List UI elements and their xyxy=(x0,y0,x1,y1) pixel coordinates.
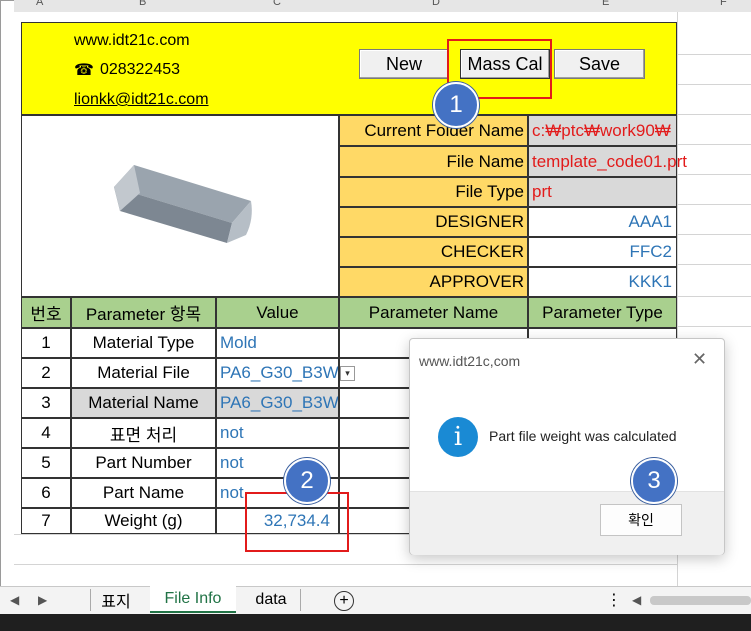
hscroll-left-icon[interactable]: ◀ xyxy=(632,593,641,607)
sheet-tab-fileinfo[interactable]: File Info xyxy=(150,586,236,613)
add-sheet-icon[interactable]: + xyxy=(334,591,354,611)
dialog-message: Part file weight was calculated xyxy=(489,428,677,444)
row-number: 2 xyxy=(21,358,71,388)
step-marker-1: 1 xyxy=(433,82,479,128)
row-number: 4 xyxy=(21,418,71,448)
row-value[interactable]: not xyxy=(216,418,339,448)
table-header-item: Parameter 항목 xyxy=(71,297,216,328)
row-number: 1 xyxy=(21,328,71,358)
column-header-b[interactable]: B xyxy=(139,0,146,8)
row-item: Weight (g) xyxy=(71,508,216,534)
row-number: 5 xyxy=(21,448,71,478)
info-label-approver: APPROVER xyxy=(339,267,528,297)
info-value-checker[interactable]: FFC2 xyxy=(528,237,677,267)
sheet-tab-cover[interactable]: 표지 xyxy=(90,589,141,611)
phone-row: ☎ 028322453 xyxy=(74,59,180,81)
column-header-c[interactable]: C xyxy=(273,0,281,8)
row-value[interactable]: PA6_G30_B3W xyxy=(216,388,339,418)
row-item: Part Number xyxy=(71,448,216,478)
phone-icon: ☎ xyxy=(74,62,94,79)
table-header-value: Value xyxy=(216,297,339,328)
new-button[interactable]: New xyxy=(359,49,449,79)
row-item: 표면 처리 xyxy=(71,418,216,448)
ok-button[interactable]: 확인 xyxy=(600,504,682,536)
row-item: Material Type xyxy=(71,328,216,358)
column-header-d[interactable]: D xyxy=(432,0,440,8)
row-value[interactable]: Mold xyxy=(216,328,339,358)
row-value[interactable]: PA6_G30_B3W xyxy=(216,358,339,388)
part-thumbnail xyxy=(114,165,252,243)
status-bar xyxy=(0,614,751,631)
message-dialog: www.idt21c,com ✕ i Part file weight was … xyxy=(409,338,725,555)
info-value-approver[interactable]: KKK1 xyxy=(528,267,677,297)
info-label-filetype: File Type xyxy=(339,177,528,207)
sheet-tab-data[interactable]: data xyxy=(242,589,301,611)
row-item: Part Name xyxy=(71,478,216,508)
scroll-left-icon[interactable]: ◀ xyxy=(10,593,19,607)
info-label-folder: Current Folder Name xyxy=(339,115,528,146)
close-icon[interactable]: ✕ xyxy=(692,349,707,370)
dialog-title: www.idt21c,com xyxy=(419,353,521,369)
part-image-cell xyxy=(21,115,339,297)
info-label-checker: CHECKER xyxy=(339,237,528,267)
info-label-filename: File Name xyxy=(339,146,528,177)
email-link[interactable]: lionkk@idt21c.com xyxy=(74,89,209,111)
column-header-e[interactable]: E xyxy=(602,0,609,8)
table-header-param-name: Parameter Name xyxy=(339,297,528,328)
column-header-f[interactable]: F xyxy=(720,0,727,8)
table-header-no: 번호 xyxy=(21,297,71,328)
row-number: 3 xyxy=(21,388,71,418)
table-header-param-type: Parameter Type xyxy=(528,297,677,328)
sheet-tab-bar: ◀ ▶ 표지 File Info data + ⋮ ◀ xyxy=(0,586,751,615)
more-icon[interactable]: ⋮ xyxy=(606,590,622,610)
column-header-a[interactable]: A xyxy=(36,0,43,8)
info-value-designer[interactable]: AAA1 xyxy=(528,207,677,237)
step-marker-3: 3 xyxy=(631,458,677,504)
website-text: www.idt21c.com xyxy=(74,32,190,49)
step-marker-2: 2 xyxy=(284,458,330,504)
scroll-right-icon[interactable]: ▶ xyxy=(38,593,47,607)
info-value-filename[interactable]: template_code01.prt xyxy=(528,146,687,177)
save-button[interactable]: Save xyxy=(554,49,645,79)
row-number: 6 xyxy=(21,478,71,508)
row-item: Material File xyxy=(71,358,216,388)
info-icon: i xyxy=(438,417,478,457)
horizontal-scrollbar[interactable] xyxy=(650,596,751,605)
info-label-designer: DESIGNER xyxy=(339,207,528,237)
phone-text: 028322453 xyxy=(99,61,181,78)
info-value-folder[interactable]: c:₩ptc₩work90₩ xyxy=(528,115,677,146)
info-value-filetype[interactable]: prt xyxy=(528,177,677,207)
row-number: 7 xyxy=(21,508,71,534)
row-item: Material Name xyxy=(71,388,216,418)
